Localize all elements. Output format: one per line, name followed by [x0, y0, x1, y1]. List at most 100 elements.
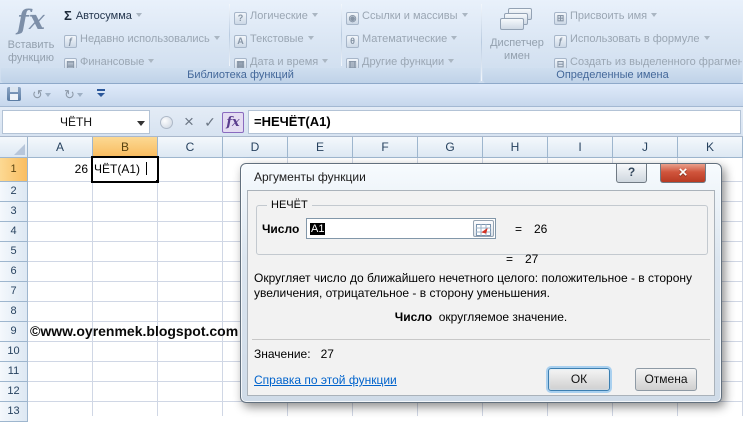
dialog-help-button[interactable]: ?	[616, 164, 647, 183]
column-header-e[interactable]: E	[288, 137, 353, 158]
row-header-4[interactable]: 4	[0, 222, 28, 242]
column-header-b[interactable]: B	[93, 137, 158, 158]
dropdown-arrow-icon	[322, 59, 329, 63]
column-header-c[interactable]: C	[158, 137, 223, 158]
column-header-j[interactable]: J	[613, 137, 678, 158]
cell-a1[interactable]: 26	[28, 158, 92, 182]
ribbon-group-separator	[481, 4, 482, 81]
column-header-a[interactable]: A	[28, 137, 93, 158]
column-header-d[interactable]: D	[223, 137, 288, 158]
datetime-label: Дата и время	[250, 56, 319, 68]
lookup-button[interactable]: ◉ Ссылки и массивы	[346, 6, 468, 26]
equals-sign: =	[506, 252, 514, 266]
math-button[interactable]: θ Математические	[346, 29, 458, 49]
name-box-value: ЧЁТН	[59, 115, 92, 129]
row-header-1[interactable]: 1	[0, 158, 28, 182]
use-in-formula-button[interactable]: ƒ Использовать в формуле	[554, 29, 710, 49]
define-name-label: Присвоить имя	[570, 10, 648, 22]
column-header-f[interactable]: F	[353, 137, 418, 158]
row-header-10[interactable]: 10	[0, 342, 28, 362]
row-header-2[interactable]: 2	[0, 182, 28, 202]
cancel-entry-button[interactable]: ×	[179, 113, 199, 132]
argument-input[interactable]: A1	[306, 218, 496, 239]
save-icon	[7, 87, 21, 101]
ribbon-separator	[229, 4, 230, 66]
more-functions-label: Другие функции	[362, 56, 445, 68]
watermark-text: ©www.oyrenmek.blogspot.com	[30, 323, 239, 339]
cancel-icon: ×	[184, 112, 194, 131]
formula-input[interactable]: =НЕЧЁТ(A1)	[248, 110, 741, 134]
dropdown-arrow-icon	[448, 59, 455, 63]
sigma-icon: Σ	[64, 8, 72, 23]
ok-button[interactable]: ОК	[548, 368, 610, 391]
cell-b1-edit-box[interactable]: ЧЁТ(A1)	[91, 156, 159, 183]
autosum-label: Автосумма	[75, 10, 132, 22]
redo-button[interactable]: ↻	[64, 87, 83, 104]
dialog-close-button[interactable]: ×	[660, 164, 706, 183]
row-header-5[interactable]: 5	[0, 242, 28, 262]
formula-bar: ЧЁТН × ✓ fx =НЕЧЁТ(A1)	[0, 107, 743, 137]
recently-used-icon: ƒ	[64, 35, 77, 48]
function-library-group-label[interactable]: Библиотека функций	[1, 68, 480, 83]
logical-icon: ?	[234, 12, 247, 25]
formula-text: =НЕЧЁТ(A1)	[254, 114, 331, 129]
result-value-label: Значение:	[254, 347, 311, 361]
argument-hint-term: Число	[394, 310, 433, 324]
row-header-11[interactable]: 11	[0, 362, 28, 382]
select-all-corner[interactable]	[0, 137, 28, 158]
formula-result: 27	[525, 252, 539, 266]
logical-label: Логические	[250, 10, 308, 22]
row-header-7[interactable]: 7	[0, 282, 28, 302]
autosum-button[interactable]: Σ Автосумма	[64, 6, 142, 26]
dropdown-arrow-icon	[451, 36, 458, 40]
collapse-formula-bar-button[interactable]	[160, 116, 173, 129]
insert-function-fx-button[interactable]: fx	[222, 112, 244, 133]
column-header-k[interactable]: K	[678, 137, 743, 158]
name-manager-label: Диспетчер имен	[490, 37, 544, 62]
result-value: 27	[320, 347, 334, 361]
dropdown-arrow-icon	[44, 93, 51, 97]
quick-access-toolbar: ↺ ↻	[0, 84, 743, 107]
undo-button[interactable]: ↺	[32, 87, 51, 104]
column-header-g[interactable]: G	[418, 137, 483, 158]
math-icon: θ	[346, 35, 359, 48]
close-icon: ×	[678, 164, 688, 181]
result-value-line: Значение: 27	[254, 347, 334, 361]
name-box[interactable]: ЧЁТН	[2, 110, 150, 134]
row-header-3[interactable]: 3	[0, 202, 28, 222]
help-icon: ?	[627, 165, 636, 179]
cancel-button[interactable]: Отмена	[635, 368, 697, 391]
customize-qat-button[interactable]	[97, 86, 105, 103]
column-header-h[interactable]: H	[483, 137, 548, 158]
dropdown-arrow-icon	[307, 36, 314, 40]
recently-used-button[interactable]: ƒ Недавно использовались	[64, 29, 220, 49]
use-in-formula-icon: ƒ	[554, 35, 567, 48]
function-name-legend: НЕЧЁТ	[267, 199, 312, 211]
function-help-link[interactable]: Справка по этой функции	[254, 373, 397, 387]
column-header-i[interactable]: I	[548, 137, 613, 158]
math-label: Математические	[362, 33, 448, 45]
dropdown-arrow-icon	[213, 36, 220, 40]
checkmark-icon: ✓	[204, 114, 216, 130]
argument-label: Число	[262, 222, 300, 236]
row-header-13[interactable]: 13	[0, 402, 28, 422]
text-functions-label: Текстовые	[250, 33, 304, 45]
row-header-8[interactable]: 8	[0, 302, 28, 322]
text-functions-icon: А	[234, 35, 247, 48]
insert-function-label: Вставить функцию	[7, 39, 55, 64]
row-header-9[interactable]: 9	[0, 322, 28, 342]
ribbon-separator	[341, 4, 342, 66]
create-from-selection-label: Создать из выделенного фрагмента	[570, 56, 742, 68]
name-box-dropdown-icon[interactable]	[137, 121, 145, 126]
row-header-12[interactable]: 12	[0, 382, 28, 402]
function-arguments-dialog: Аргументы функции ? × НЕЧЁТ Число A1 = 2…	[240, 163, 722, 403]
logical-button[interactable]: ? Логические	[234, 6, 318, 26]
defined-names-group-label[interactable]: Определенные имена	[483, 68, 742, 83]
fill-handle[interactable]	[155, 179, 157, 181]
collapse-dialog-range-button[interactable]	[473, 220, 494, 237]
enter-entry-button[interactable]: ✓	[200, 113, 220, 132]
text-functions-button[interactable]: А Текстовые	[234, 29, 314, 49]
save-button[interactable]	[7, 87, 21, 104]
row-header-6[interactable]: 6	[0, 262, 28, 282]
define-name-button[interactable]: ⊞ Присвоить имя	[554, 6, 658, 26]
